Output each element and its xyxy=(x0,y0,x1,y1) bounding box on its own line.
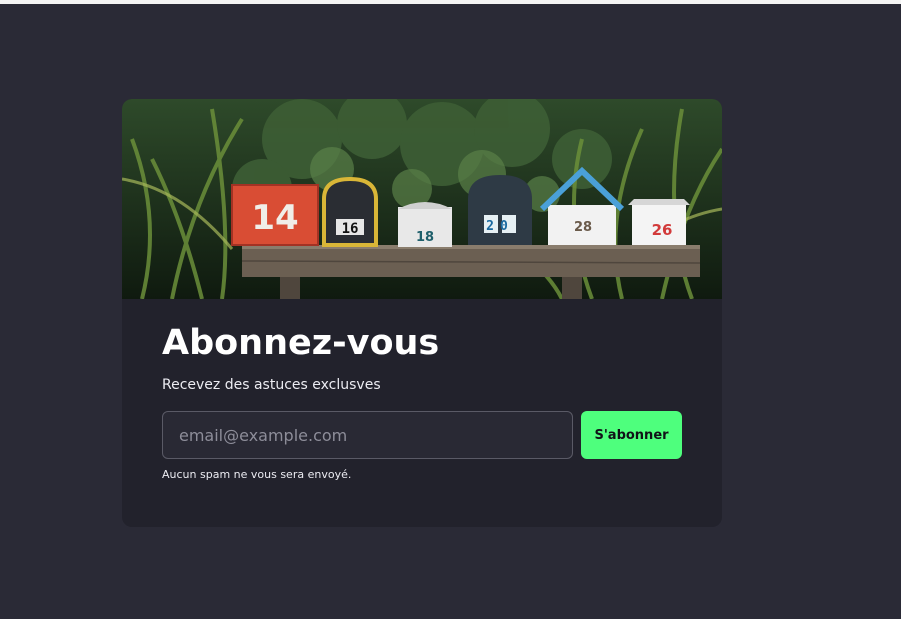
subscribe-button[interactable]: S'abonner xyxy=(581,411,682,459)
no-spam-note: Aucun spam ne vous sera envoyé. xyxy=(162,468,352,481)
mailbox-number-16: 16 xyxy=(342,221,359,237)
mailbox-number-14: 14 xyxy=(251,198,298,238)
card-subtitle: Recevez des astuces exclusves xyxy=(162,377,381,393)
mailboxes-photo: 14 16 18 20 28 26 xyxy=(122,99,722,299)
email-input[interactable] xyxy=(162,411,573,459)
mailbox-number-26: 26 xyxy=(652,221,673,239)
card-content: Abonnez-vous Recevez des astuces exclusv… xyxy=(122,321,722,481)
subscribe-card: 14 16 18 20 28 26 Abonnez-vous Recevez d… xyxy=(122,99,722,527)
mailboxes-illustration: 14 16 18 20 28 26 xyxy=(122,99,722,299)
subscribe-form: S'abonner xyxy=(162,411,682,459)
mailbox-number-18: 18 xyxy=(416,230,434,245)
mailbox-number-28: 28 xyxy=(574,220,592,235)
top-border xyxy=(0,0,901,4)
card-title: Abonnez-vous xyxy=(162,323,440,363)
mailbox-number-20: 20 xyxy=(486,219,514,234)
